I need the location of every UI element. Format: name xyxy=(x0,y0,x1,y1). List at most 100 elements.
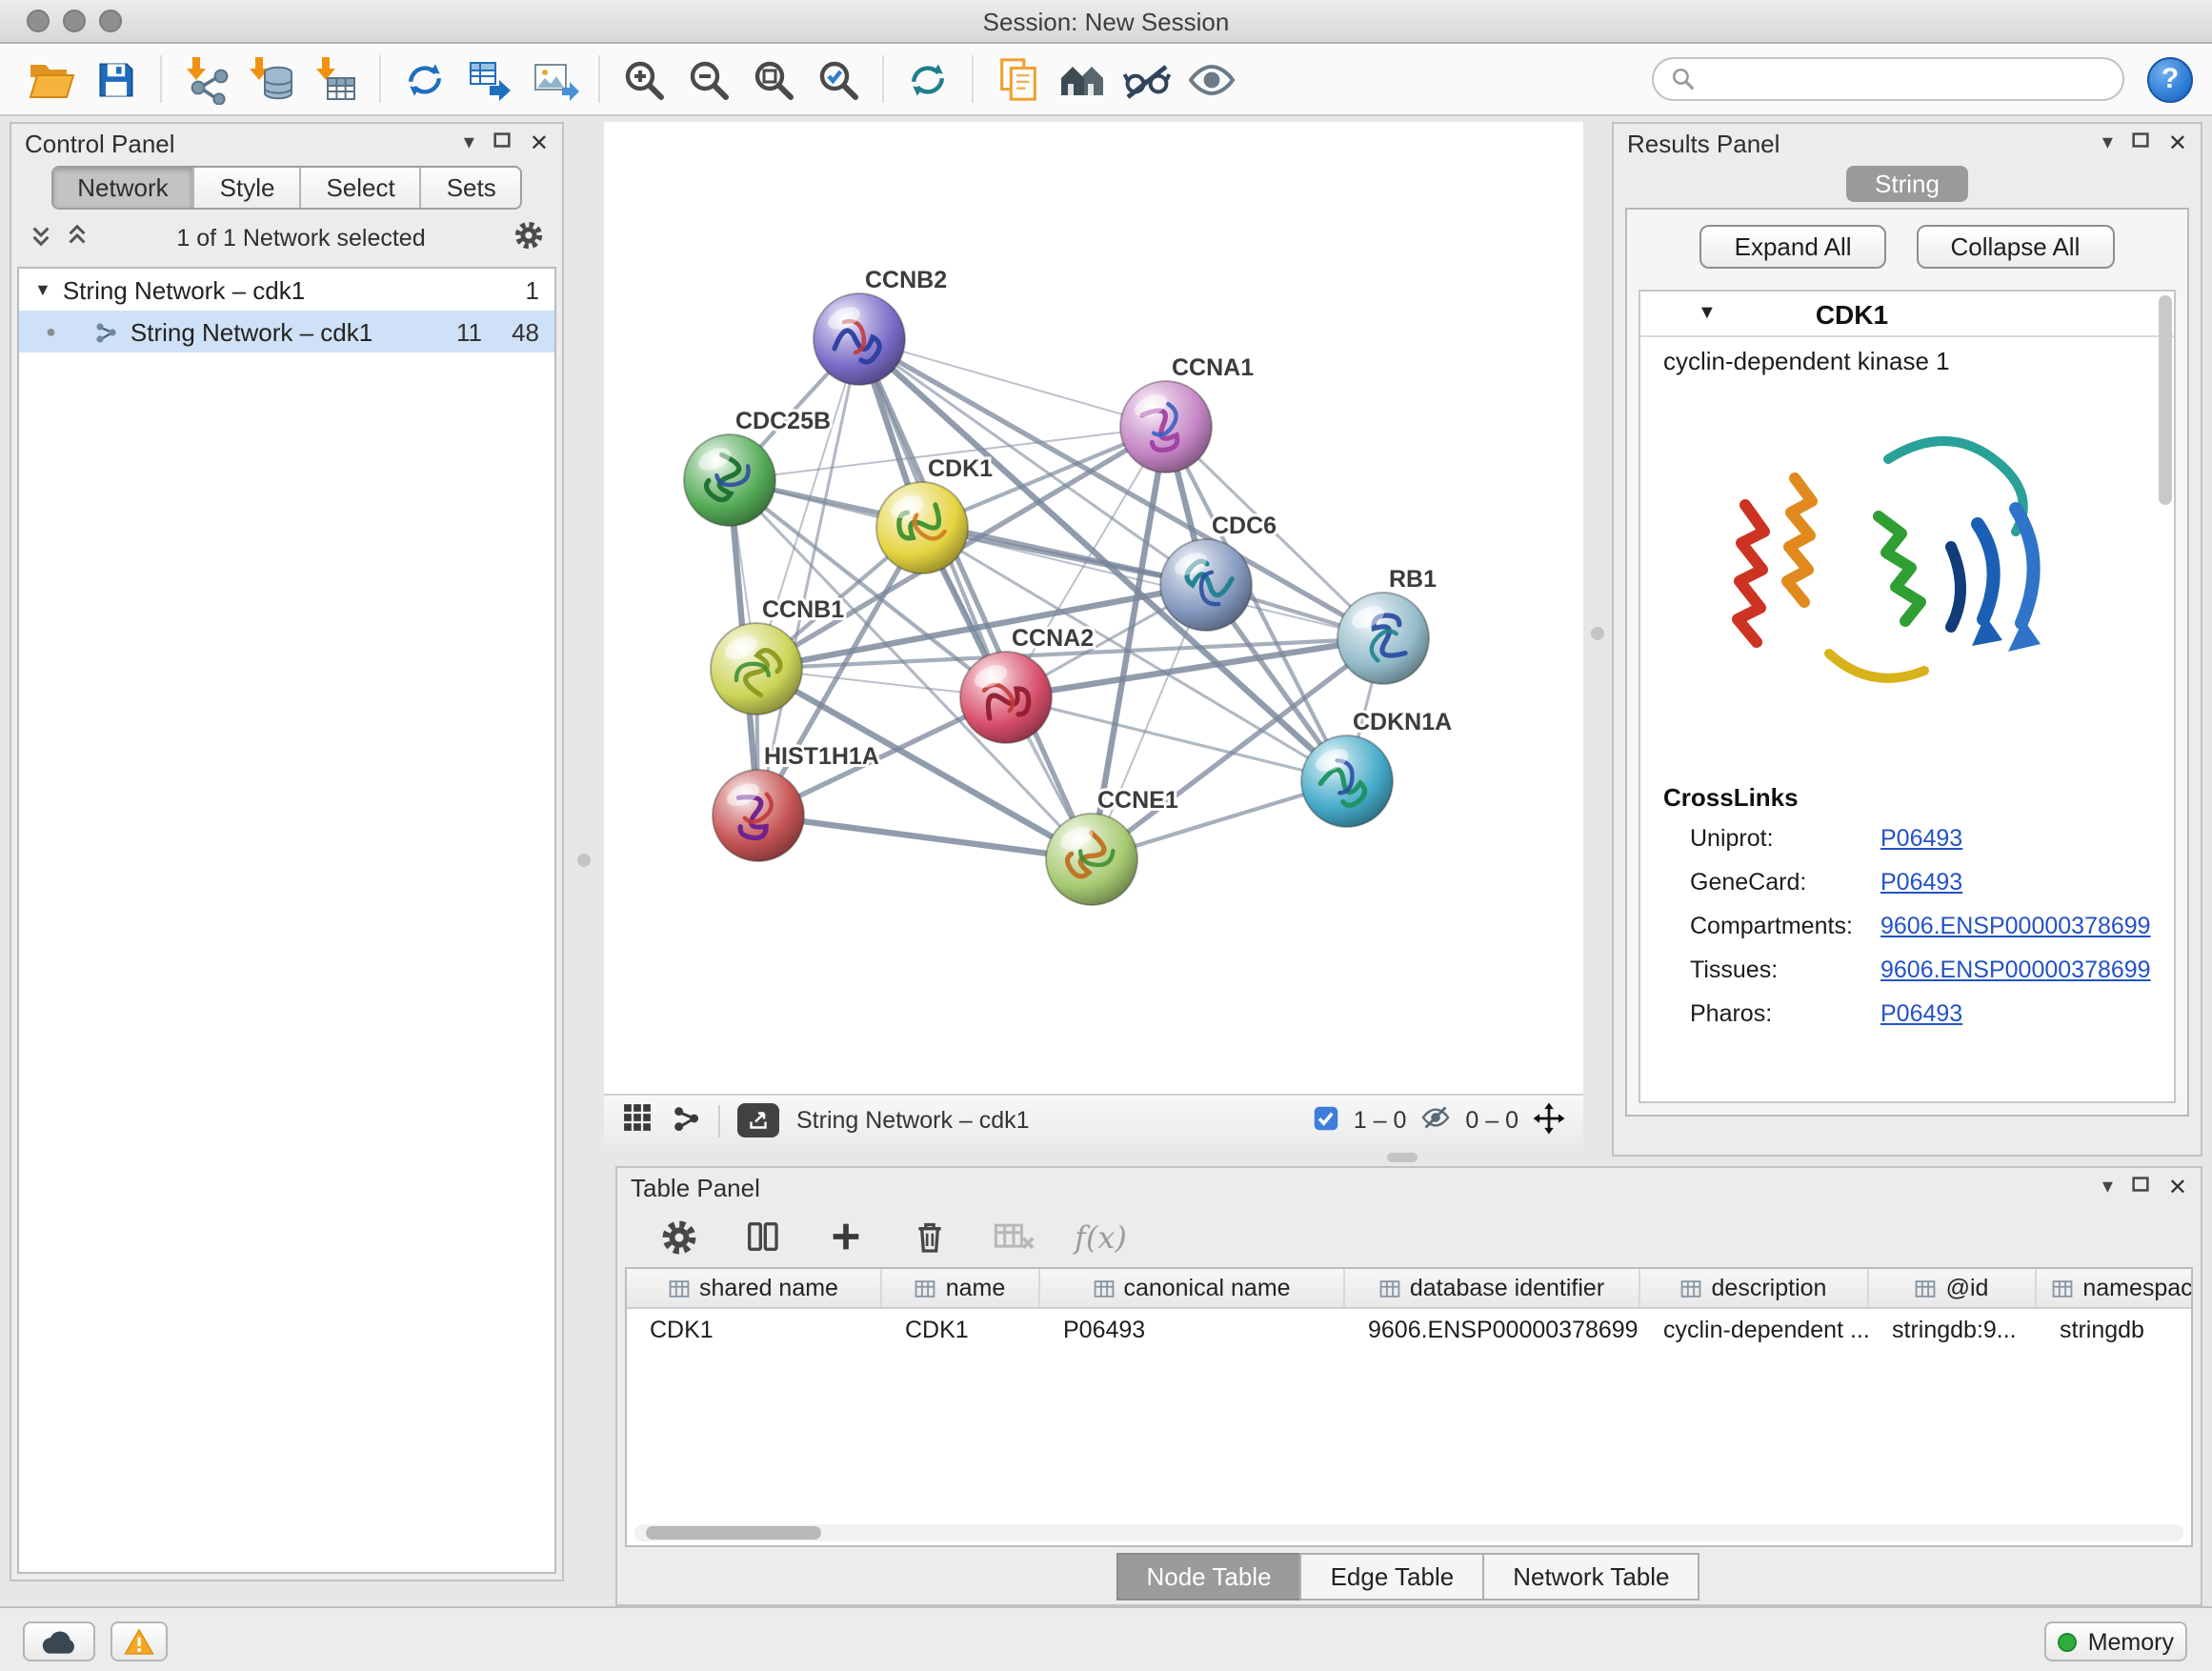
network-collection-row[interactable]: ▼ String Network – cdk1 1 xyxy=(19,269,554,311)
tree-expanded-icon[interactable]: ▼ xyxy=(34,280,51,299)
string-results-tab[interactable]: String xyxy=(1846,166,1968,202)
close-panel-icon[interactable]: ✕ xyxy=(530,131,549,154)
crosslink-link[interactable]: P06493 xyxy=(1880,824,1962,851)
pan-crosshair-icon[interactable] xyxy=(1532,1100,1566,1140)
collapse-all-icon[interactable] xyxy=(29,223,53,253)
warnings-button[interactable] xyxy=(111,1621,168,1661)
tab-node-table[interactable]: Node Table xyxy=(1116,1552,1301,1600)
delete-column-trash-icon[interactable] xyxy=(907,1214,953,1259)
tab-sets[interactable]: Sets xyxy=(422,168,521,208)
network-edge[interactable] xyxy=(859,339,1092,859)
expand-all-button[interactable]: Expand All xyxy=(1700,225,1886,269)
node-label: CCNE1 xyxy=(1097,787,1178,814)
zoom-in-button[interactable] xyxy=(612,50,676,109)
column-header-shared-name[interactable]: shared name xyxy=(627,1269,882,1307)
float-panel-icon[interactable] xyxy=(2130,130,2151,156)
scrollbar-thumb[interactable] xyxy=(646,1526,821,1540)
tab-network-table[interactable]: Network Table xyxy=(1482,1552,1699,1600)
tab-style[interactable]: Style xyxy=(195,168,302,208)
network-edge[interactable] xyxy=(758,815,1092,859)
table-horizontal-scrollbar[interactable] xyxy=(634,1524,2183,1541)
hidden-eye-slash-icon[interactable] xyxy=(1419,1101,1452,1139)
table-settings-gear-icon[interactable] xyxy=(655,1214,701,1259)
network-share-icon[interactable] xyxy=(671,1102,701,1138)
section-collapse-icon[interactable]: ▼ xyxy=(1698,303,1717,324)
tab-select[interactable]: Select xyxy=(301,168,421,208)
apply-layout-button[interactable] xyxy=(895,50,960,109)
crosslink-link[interactable]: 9606.ENSP00000378699 xyxy=(1880,956,2151,982)
import-network-from-file-button[interactable] xyxy=(173,50,238,109)
grid-view-icon[interactable] xyxy=(621,1101,654,1139)
cell-name: CDK1 xyxy=(882,1309,1040,1349)
node-label: CCNA1 xyxy=(1172,354,1254,381)
detach-view-button[interactable] xyxy=(737,1103,779,1137)
import-table-from-file-button[interactable] xyxy=(303,50,368,109)
network-node-cdk1[interactable]: CDK1 xyxy=(876,455,993,574)
hidden-node-edge-count: 0 – 0 xyxy=(1465,1107,1518,1134)
column-header-namespace[interactable]: namespac xyxy=(2037,1269,2193,1307)
hide-selected-glasses-button[interactable] xyxy=(1115,50,1179,109)
network-from-table-button[interactable] xyxy=(457,50,522,109)
expand-all-icon[interactable] xyxy=(65,223,90,253)
network-node-cdkn1a[interactable]: CDKN1A xyxy=(1301,709,1452,827)
network-selection-status: 1 of 1 Network selected xyxy=(101,225,501,252)
network-row[interactable]: ● String Network – cdk1 11 48 xyxy=(19,311,554,352)
save-session-button[interactable] xyxy=(84,50,149,109)
float-panel-icon[interactable] xyxy=(2130,1174,2151,1200)
tab-edge-table[interactable]: Edge Table xyxy=(1300,1552,1485,1600)
function-builder-fx-icon[interactable]: f(x) xyxy=(1075,1218,1127,1255)
collapse-all-button[interactable]: Collapse All xyxy=(1917,225,2115,269)
results-scrollbar[interactable] xyxy=(2159,295,2172,505)
export-image-button[interactable] xyxy=(522,50,587,109)
gene-name: CDK1 xyxy=(1816,298,1888,329)
crosslink-link[interactable]: P06493 xyxy=(1880,868,1962,895)
delete-table-icon-disabled[interactable] xyxy=(991,1214,1036,1259)
column-header-description[interactable]: description xyxy=(1640,1269,1869,1307)
zoom-fit-button[interactable] xyxy=(741,50,806,109)
column-header-database-identifier[interactable]: database identifier xyxy=(1345,1269,1640,1307)
table-row[interactable]: CDK1 CDK1 P06493 9606.ENSP00000378699 cy… xyxy=(627,1309,2191,1349)
gear-icon[interactable] xyxy=(513,219,545,257)
network-node-ccna1[interactable]: CCNA1 xyxy=(1120,354,1254,473)
network-edge[interactable] xyxy=(922,528,1383,638)
close-panel-icon[interactable]: ✕ xyxy=(2168,1176,2187,1198)
network-node-ccnb2[interactable]: CCNB2 xyxy=(814,267,947,385)
memory-button[interactable]: Memory xyxy=(2044,1621,2187,1661)
network-canvas[interactable]: CCNB2CCNA1CDC25BCDK1CDC6RB1CCNB1CCNA2CDK… xyxy=(604,122,1583,1094)
right-splitter-handle[interactable] xyxy=(1591,627,1604,640)
selected-checkbox-icon[interactable] xyxy=(1314,1104,1340,1137)
select-columns-icon[interactable] xyxy=(739,1214,785,1259)
close-panel-icon[interactable]: ✕ xyxy=(2168,131,2187,154)
bottom-splitter-handle[interactable] xyxy=(1387,1153,1418,1162)
left-splitter-handle[interactable] xyxy=(577,854,591,867)
search-input[interactable] xyxy=(1707,65,2105,93)
panel-menu-icon[interactable]: ▾ xyxy=(2102,1177,2113,1198)
add-column-plus-icon[interactable] xyxy=(823,1214,869,1259)
column-header-id[interactable]: @id xyxy=(1869,1269,2037,1307)
column-header-name[interactable]: name xyxy=(882,1269,1040,1307)
clone-network-button[interactable] xyxy=(392,50,457,109)
network-node-rb1[interactable]: RB1 xyxy=(1337,566,1437,684)
import-network-from-database-button[interactable] xyxy=(238,50,303,109)
column-header-canonical-name[interactable]: canonical name xyxy=(1040,1269,1345,1307)
panel-menu-icon[interactable]: ▾ xyxy=(464,132,474,153)
open-session-button[interactable] xyxy=(19,50,84,109)
help-button[interactable]: ? xyxy=(2147,56,2193,102)
crosslink-link[interactable]: P06493 xyxy=(1880,999,1962,1026)
search-icon xyxy=(1671,67,1696,91)
neighbors-houses-icon[interactable] xyxy=(1050,50,1115,109)
network-node-hist1h1a[interactable]: HIST1H1A xyxy=(713,743,879,861)
panel-menu-icon[interactable]: ▾ xyxy=(2102,132,2113,153)
gene-description: cyclin-dependent kinase 1 xyxy=(1640,337,2174,379)
tab-network[interactable]: Network xyxy=(52,168,194,208)
zoom-selected-button[interactable] xyxy=(806,50,871,109)
zoom-out-button[interactable] xyxy=(676,50,741,109)
network-node-cdc25b[interactable]: CDC25B xyxy=(684,408,831,526)
toolbar-search-field[interactable] xyxy=(1652,57,2124,101)
node-label: CCNB2 xyxy=(865,267,947,293)
float-panel-icon[interactable] xyxy=(492,130,513,156)
show-all-eye-button[interactable] xyxy=(1179,50,1244,109)
copy-document-button[interactable] xyxy=(985,50,1050,109)
crosslink-link[interactable]: 9606.ENSP00000378699 xyxy=(1880,912,2151,938)
cloud-status-button[interactable] xyxy=(23,1621,95,1661)
